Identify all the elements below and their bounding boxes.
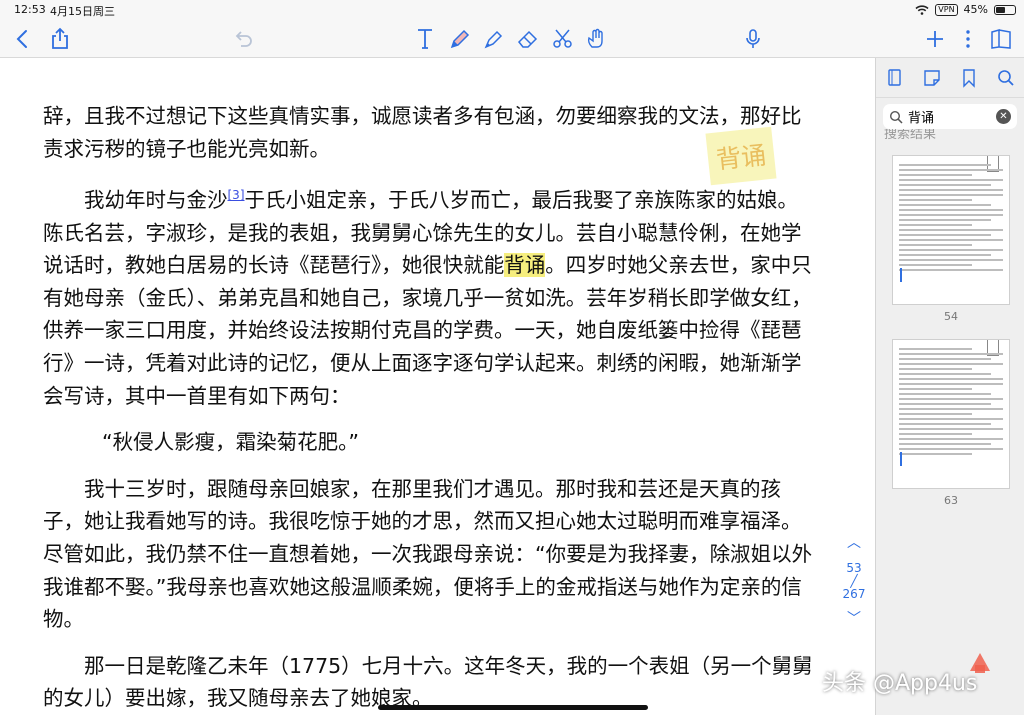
back-icon[interactable] bbox=[10, 26, 36, 52]
poem-quote: “秋侵人影瘦，霜染菊花肥。” bbox=[102, 430, 359, 455]
paragraph-text: 我幼年时与金沙 bbox=[84, 188, 228, 213]
thumbnail-page-number: 63 bbox=[944, 494, 958, 507]
scissors-icon[interactable] bbox=[550, 26, 576, 52]
search-icon bbox=[997, 69, 1014, 86]
search-field[interactable]: ✕ bbox=[883, 104, 1017, 129]
sidebar: ✕ 搜索结果 54 63 bbox=[875, 58, 1024, 715]
status-date: 4月15日周三 bbox=[50, 5, 115, 18]
text-tool-icon[interactable] bbox=[412, 26, 438, 52]
microphone-icon[interactable] bbox=[740, 26, 766, 52]
search-input[interactable] bbox=[908, 109, 994, 124]
hand-icon[interactable] bbox=[583, 26, 609, 52]
bookmark-icon bbox=[962, 68, 975, 88]
battery-level bbox=[996, 6, 1005, 13]
wifi-icon bbox=[915, 4, 929, 15]
battery-percent: 45% bbox=[963, 3, 988, 16]
page-down-button[interactable]: ﹀ bbox=[836, 609, 872, 629]
home-indicator[interactable] bbox=[378, 705, 648, 710]
paragraph: 辞，且我不过想记下这些真情实事，诚愿读者多有包涵，勿要细察我的文法，那好比责求污… bbox=[43, 100, 818, 165]
vpn-badge: VPN bbox=[935, 3, 958, 16]
page-separator: ╱ bbox=[850, 574, 858, 588]
paragraph: 我幼年时与金沙[3]于氏小姐定亲，于氏八岁而亡，最后我娶了亲族陈家的姑娘。陈氏名… bbox=[43, 179, 818, 412]
pen-icon[interactable] bbox=[447, 26, 473, 52]
search-result-thumbnail[interactable] bbox=[892, 339, 1010, 489]
clear-search-button[interactable]: ✕ bbox=[996, 109, 1011, 124]
status-bar: 12:53 4月15日周三 VPN 45% bbox=[0, 0, 1024, 20]
handwritten-annotation[interactable]: 背诵 bbox=[705, 126, 777, 186]
sidebar-tabs bbox=[876, 58, 1024, 98]
watermark-logo-icon bbox=[970, 653, 990, 673]
result-marker bbox=[900, 452, 902, 466]
highlighter-icon[interactable] bbox=[481, 26, 507, 52]
page-text: 辞，且我不过想记下这些真情实事，诚愿读者多有包涵，勿要细察我的文法，那好比责求污… bbox=[43, 100, 818, 715]
total-pages: 267 bbox=[842, 587, 866, 601]
search-result-thumbnail[interactable] bbox=[892, 155, 1010, 305]
tab-pages[interactable] bbox=[876, 58, 913, 97]
document-page[interactable]: 辞，且我不过想记下这些真情实事，诚愿读者多有包涵，勿要细察我的文法，那好比责求污… bbox=[0, 58, 875, 715]
result-marker bbox=[900, 268, 902, 282]
paragraph: 我十三岁时，跟随母亲回娘家，在那里我们才遇见。那时我和芸还是天真的孩子，她让我看… bbox=[43, 476, 813, 632]
thumbnail-page-number: 54 bbox=[944, 310, 958, 323]
current-page[interactable]: 53 bbox=[836, 561, 872, 575]
tab-notes[interactable] bbox=[913, 58, 950, 97]
results-header: 搜索结果 bbox=[884, 129, 937, 141]
pages-icon bbox=[887, 68, 901, 86]
status-indicators: VPN 45% bbox=[915, 3, 1016, 16]
sticky-note-icon bbox=[923, 69, 940, 86]
paragraph-text: 辞，且我不过想记下这些真情实事，诚愿读者多有包涵，勿要细察我的文法，那好比责求污… bbox=[43, 104, 802, 161]
toolbar bbox=[0, 20, 1024, 58]
status-time: 12:53 bbox=[14, 3, 46, 16]
search-icon bbox=[889, 110, 903, 124]
battery-icon bbox=[994, 4, 1016, 15]
notebook-icon[interactable] bbox=[988, 26, 1014, 52]
eraser-icon[interactable] bbox=[515, 26, 541, 52]
page-up-button[interactable]: ︿ bbox=[836, 533, 872, 553]
tab-bookmarks[interactable] bbox=[950, 58, 987, 97]
share-icon[interactable] bbox=[47, 26, 73, 52]
undo-icon[interactable] bbox=[230, 26, 256, 52]
page-navigator: ︿ 53 ╱ 267 ﹀ bbox=[836, 533, 872, 629]
more-icon[interactable] bbox=[955, 26, 981, 52]
add-icon[interactable] bbox=[922, 26, 948, 52]
footnote-link[interactable]: [3] bbox=[228, 188, 245, 202]
search-highlight[interactable]: 背诵 bbox=[504, 253, 546, 278]
tab-search[interactable] bbox=[987, 58, 1024, 97]
watermark: 头条 @App4us bbox=[822, 671, 978, 696]
